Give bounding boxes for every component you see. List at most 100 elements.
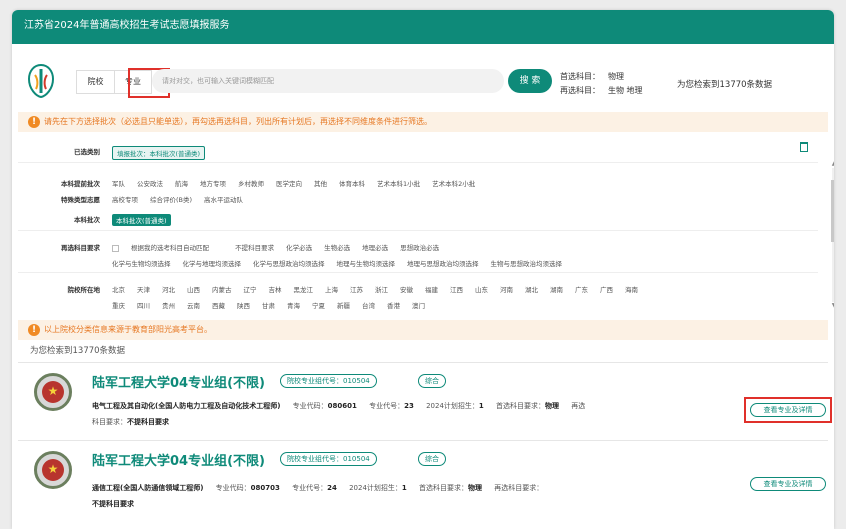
region-option[interactable]: 湖南 [550,286,563,294]
early-batch-option[interactable]: 乡村教师 [238,180,264,188]
early-batch-option[interactable]: 艺术本科1小批 [377,180,420,188]
checkbox-icon[interactable] [112,244,119,252]
major-info: 电气工程及其自动化(全国人防电力工程及自动化技术工程师) 专业代码：080601… [92,402,586,410]
resubject-option[interactable]: 化学必选 [286,244,312,252]
region-option[interactable]: 青海 [287,302,300,310]
region-option[interactable]: 云南 [187,302,200,310]
region-option[interactable]: 河北 [162,286,175,294]
divider [18,230,818,231]
region-option[interactable]: 陕西 [237,302,250,310]
scroll-thumb[interactable] [831,180,834,242]
region-option[interactable]: 海南 [625,286,638,294]
major-info: 通信工程(全国人防通信领域工程师) 专业代码：080703 专业代号：24 20… [92,484,544,492]
warning-icon: ! [28,116,40,128]
region-option[interactable]: 西藏 [212,302,225,310]
region-option[interactable]: 澳门 [412,302,425,310]
filter-panel: 已选类别 填报批次：本科批次(普通类) 本科提前批次 军队 公安政法 航海 地方专项乡… [18,134,834,316]
region-option[interactable]: 上海 [325,286,338,294]
region-option[interactable]: 安徽 [400,286,413,294]
resubject-option[interactable]: 化学与生物均须选择 [112,260,171,268]
scroll-up-icon[interactable]: ▲ [830,160,834,167]
university-emblem-icon: ★ [34,451,72,489]
region-option[interactable]: 宁夏 [312,302,325,310]
app-window: 江苏省2024年普通高校招生考试志愿填报服务 院校 专业 请对对交，也可输入关键… [12,10,834,529]
region-option[interactable]: 福建 [425,286,438,294]
resubject-option[interactable]: 化学与地理均须选择 [183,260,242,268]
trash-icon[interactable] [800,142,808,152]
region-option[interactable]: 湖北 [525,286,538,294]
region-option[interactable]: 天津 [137,286,150,294]
search-bar: 院校 专业 请对对交，也可输入关键词模糊匹配 搜 索 首选科目： 物理 再选科目：… [12,54,834,110]
region-option[interactable]: 北京 [112,286,125,294]
resubject-option[interactable]: 生物与思想政治均须选择 [491,260,563,268]
region-option[interactable]: 四川 [137,302,150,310]
region-option[interactable]: 台湾 [362,302,375,310]
region-option[interactable]: 吉林 [269,286,282,294]
resubject-option[interactable]: 思想政治必选 [400,244,439,252]
search-button[interactable]: 搜 索 [508,69,552,93]
special-type-option[interactable]: 高校专项 [112,196,138,204]
auto-match-checkbox[interactable]: 根据我的选考科目自动匹配 [112,244,221,252]
region-option[interactable]: 香港 [387,302,400,310]
group-code-badge: 院校专业组代号：010504 [280,452,377,466]
filter-scrollbar[interactable]: ▲ ▼ [830,160,834,310]
region-option[interactable]: 山东 [475,286,488,294]
group-name[interactable]: 陆军工程大学04专业组(不限) [92,450,265,469]
special-type-option[interactable]: 高水平运动队 [204,196,243,204]
region-option[interactable]: 江西 [450,286,463,294]
result-card: ★ 陆军工程大学04专业组(不限) 院校专业组代号：010504 综合 通信工程… [18,440,828,512]
first-subject: 首选科目： 物理 [560,72,624,81]
region-option[interactable]: 浙江 [375,286,388,294]
group-name[interactable]: 陆军工程大学04专业组(不限) [92,372,265,391]
result-count: 为您检索到13770条数据 [30,346,126,356]
university-emblem-icon: ★ [34,373,72,411]
resubject-option[interactable]: 地理与思想政治均须选择 [407,260,479,268]
early-batch-option[interactable]: 地方专项 [200,180,226,188]
result-card: ★ 陆军工程大学04专业组(不限) 院校专业组代号：010504 综合 电气工程… [18,362,832,434]
result-count-header: 为您检索到13770条数据 [677,80,773,90]
region-option[interactable]: 广西 [600,286,613,294]
early-batch-option[interactable]: 军队 [112,180,125,188]
early-batch-option[interactable]: 航海 [175,180,188,188]
region-option[interactable]: 甘肃 [262,302,275,310]
region-option[interactable]: 广东 [575,286,588,294]
group-code-badge: 院校专业组代号：010504 [280,374,377,388]
warning-icon: ! [28,324,40,336]
region-option[interactable]: 黑龙江 [294,286,314,294]
resubject-option[interactable]: 地理必选 [362,244,388,252]
resubject-option[interactable]: 生物必选 [324,244,350,252]
early-batch-option[interactable]: 体育本科 [339,180,365,188]
second-subject: 再选科目： 生物 地理 [560,86,643,95]
subject-requirement: 不提科目要求 [92,500,134,508]
category-badge: 综合 [418,452,446,466]
selected-tag[interactable]: 填报批次：本科批次(普通类) [112,146,206,160]
region-option[interactable]: 山西 [187,286,200,294]
resubject-option[interactable]: 不提科目要求 [235,244,274,252]
region-option[interactable]: 贵州 [162,302,175,310]
divider [18,162,818,163]
special-type-option[interactable]: 综合评价(B类) [150,196,192,204]
scroll-down-icon[interactable]: ▼ [830,302,834,309]
page-title: 江苏省2024年普通高校招生考试志愿填报服务 [12,10,834,44]
early-batch-option[interactable]: 公安政法 [137,180,163,188]
early-batch-option[interactable]: 艺术本科2小批 [432,180,475,188]
highlight-box-detail-button [744,397,832,423]
resubject-option[interactable]: 地理与生物均须选择 [337,260,396,268]
region-option[interactable]: 辽宁 [244,286,257,294]
region-option[interactable]: 重庆 [112,302,125,310]
logo-icon [27,63,55,99]
batch-option-selected[interactable]: 本科批次(普通类) [112,214,171,226]
tab-school[interactable]: 院校 [76,70,114,94]
subject-requirement: 科目要求：不提科目要求 [92,418,169,426]
search-input[interactable]: 请对对交，也可输入关键词模糊匹配 [152,69,504,93]
divider [18,272,818,273]
resubject-option[interactable]: 化学与思想政治均须选择 [253,260,325,268]
region-option[interactable]: 江苏 [350,286,363,294]
view-detail-button[interactable]: 查看专业及详情 [750,477,826,491]
early-batch-option[interactable]: 其他 [314,180,327,188]
early-batch-option[interactable]: 医学定向 [276,180,302,188]
notice-source: ! 以上院校分类信息来源于教育部阳光高考平台。 [18,320,828,340]
region-option[interactable]: 新疆 [337,302,350,310]
region-option[interactable]: 内蒙古 [212,286,232,294]
region-option[interactable]: 河南 [500,286,513,294]
